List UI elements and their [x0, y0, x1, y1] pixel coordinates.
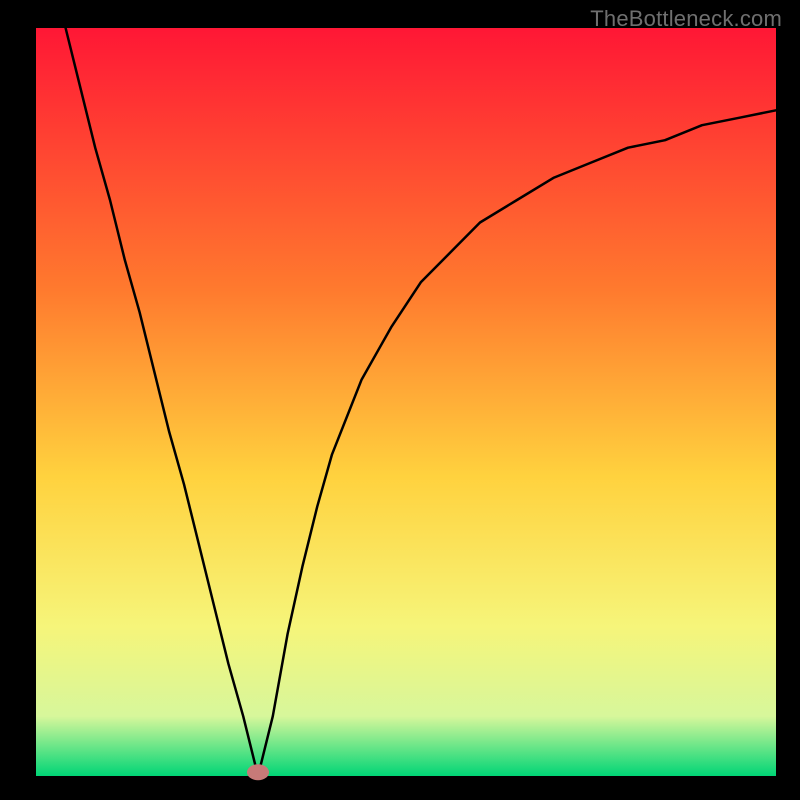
minimum-marker — [247, 764, 269, 780]
bottleneck-chart — [0, 0, 800, 800]
watermark-text: TheBottleneck.com — [590, 6, 782, 32]
chart-container: { "watermark": "TheBottleneck.com", "col… — [0, 0, 800, 800]
